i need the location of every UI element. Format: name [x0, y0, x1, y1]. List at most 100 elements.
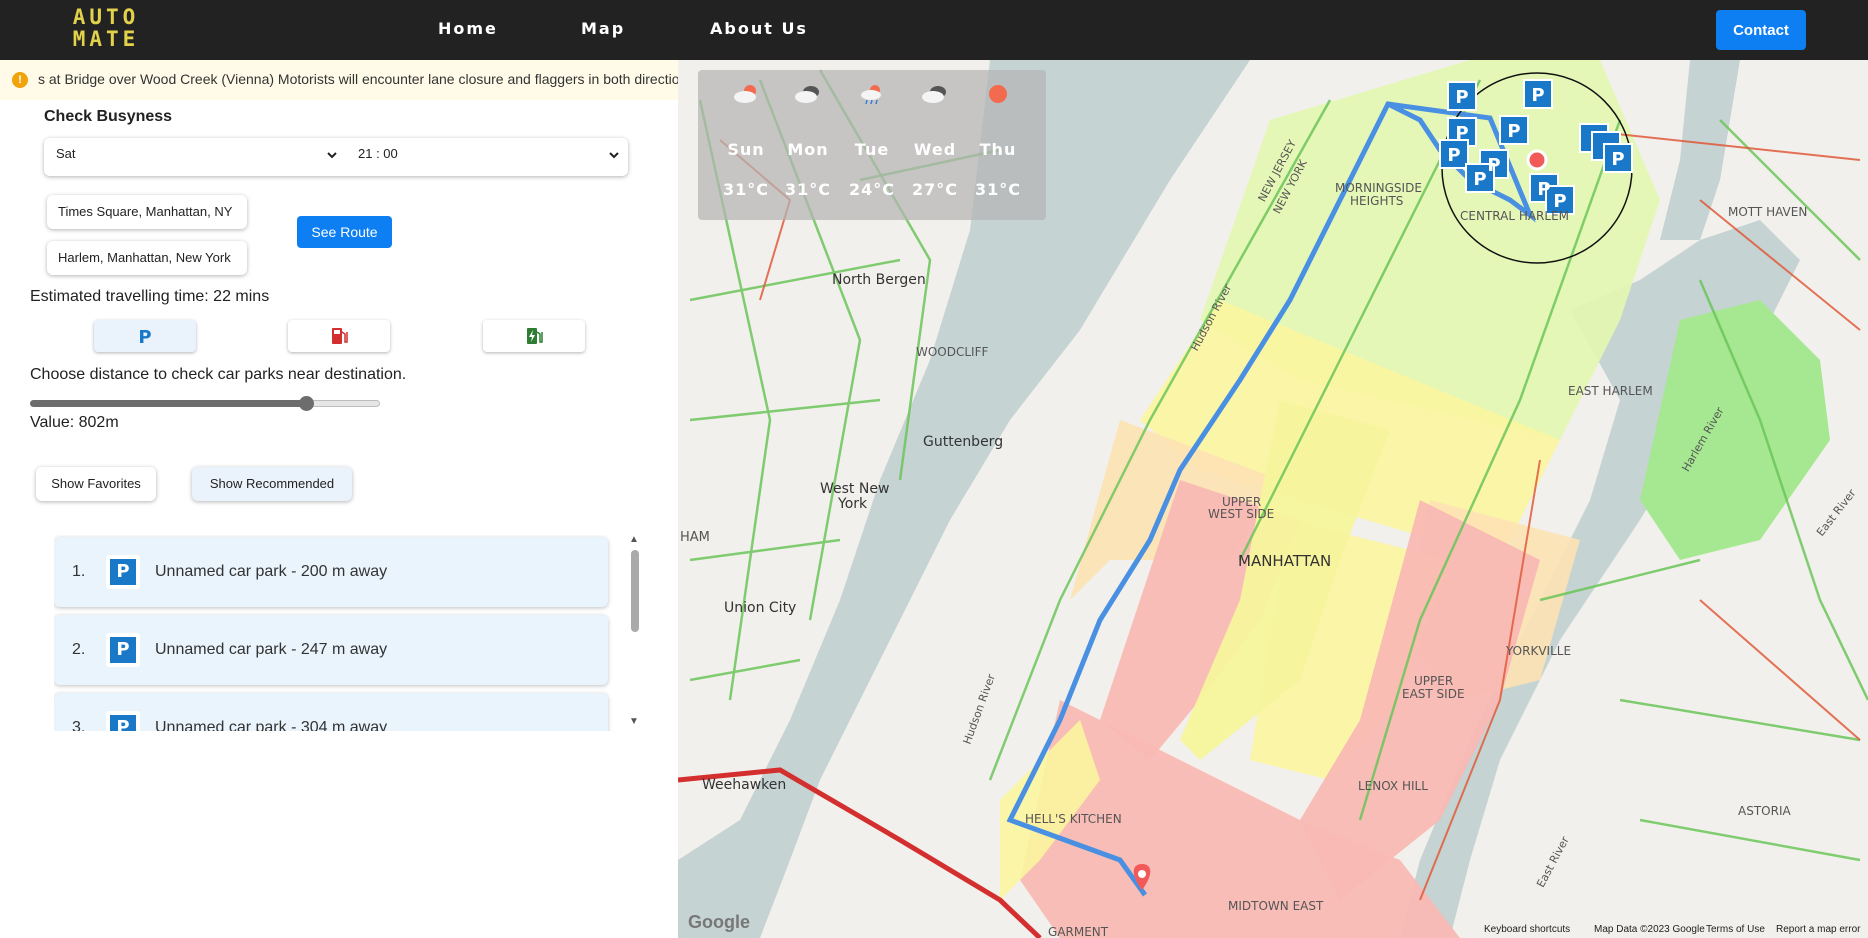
svg-text:P: P	[1487, 155, 1500, 176]
parking-icon: P	[138, 327, 151, 348]
svg-text:P: P	[1507, 121, 1520, 142]
list-item-label: Unnamed car park - 200 m away	[155, 563, 388, 580]
slider-thumb[interactable]	[299, 396, 314, 411]
carpark-list: 1. P Unnamed car park - 200 m away 2. P …	[54, 535, 644, 731]
list-item-number: 1.	[72, 563, 86, 580]
svg-text:WEST SIDE: WEST SIDE	[1208, 507, 1274, 521]
list-item-number: 2.	[72, 641, 86, 658]
logo[interactable]: AUTO MATE	[70, 6, 142, 54]
navbar: AUTO MATE Home Map About Us Contact	[0, 0, 1868, 60]
svg-text:HELL'S KITCHEN: HELL'S KITCHEN	[1025, 812, 1122, 826]
terms-link[interactable]: Terms of Use	[1706, 924, 1765, 935]
distance-slider[interactable]	[30, 396, 380, 411]
weather-day-name: Mon	[787, 140, 829, 159]
chevron-down-icon	[327, 152, 337, 159]
svg-text:P: P	[1447, 145, 1460, 166]
svg-text:EAST SIDE: EAST SIDE	[1402, 687, 1465, 701]
fuel-pump-icon	[332, 328, 348, 344]
parking-icon: P	[106, 633, 140, 667]
nav-map-link[interactable]: Map	[581, 19, 625, 38]
svg-text:YORKVILLE: YORKVILLE	[1505, 644, 1571, 658]
svg-text:Union City: Union City	[724, 600, 796, 616]
svg-text:EAST HARLEM: EAST HARLEM	[1568, 384, 1653, 398]
svg-text:LENOX HILL: LENOX HILL	[1358, 779, 1428, 793]
chevron-down-icon	[609, 152, 619, 159]
list-scrollbar[interactable]	[631, 550, 639, 632]
svg-text:P: P	[1473, 169, 1486, 190]
weather-temp: 27°C	[911, 180, 958, 199]
weather-day-name: Sun	[727, 140, 765, 159]
logo-line-1: AUTO	[72, 5, 140, 29]
svg-text:HAM: HAM	[680, 530, 710, 545]
svg-text:York: York	[837, 496, 868, 512]
weather-temp: 24°C	[848, 180, 895, 199]
distance-value: Value: 802m	[30, 414, 119, 431]
list-item[interactable]: 3. P Unnamed car park - 304 m away	[54, 693, 608, 731]
list-item-label: Unnamed car park - 247 m away	[155, 641, 388, 658]
ev-filter-button[interactable]	[483, 320, 585, 352]
weather-widget: Sun 31°C Mon 31°C Tue 24°C Wed 27°C Thu …	[698, 70, 1046, 220]
svg-text:Guttenberg: Guttenberg	[923, 434, 1003, 450]
keyboard-shortcuts-link[interactable]: Keyboard shortcuts	[1484, 924, 1570, 935]
svg-text:MANHATTAN: MANHATTAN	[1238, 552, 1331, 570]
svg-text:MIDTOWN EAST: MIDTOWN EAST	[1228, 899, 1324, 913]
day-select[interactable]: Sat	[56, 146, 338, 168]
nav-home-link[interactable]: Home	[438, 19, 498, 38]
cloud-rain-icon	[861, 85, 881, 105]
map-data-text: Map Data ©2023 Google	[1594, 924, 1705, 935]
parking-filter-button[interactable]: P	[94, 320, 196, 352]
list-item[interactable]: 1. P Unnamed car park - 200 m away	[54, 537, 608, 607]
time-select-value: 21 : 00	[358, 146, 398, 161]
svg-text:CENTRAL HARLEM: CENTRAL HARLEM	[1460, 209, 1569, 223]
svg-text:P: P	[1611, 149, 1624, 170]
svg-text:MORNINGSIDE: MORNINGSIDE	[1335, 181, 1422, 195]
svg-text:ASTORIA: ASTORIA	[1738, 804, 1791, 818]
busyness-title: Check Busyness	[44, 108, 173, 125]
weather-temp: 31°C	[722, 180, 769, 199]
google-logo[interactable]: Google	[688, 912, 750, 933]
svg-text:WOODCLIFF: WOODCLIFF	[916, 345, 989, 359]
destination-input[interactable]: Harlem, Manhattan, New York	[47, 241, 247, 275]
show-favorites-button[interactable]: Show Favorites	[36, 467, 156, 501]
weather-day-name: Tue	[854, 140, 890, 159]
busyness-selector: Sat 21 : 00	[44, 138, 628, 176]
slider-fill	[30, 400, 307, 407]
svg-text:HEIGHTS: HEIGHTS	[1350, 194, 1403, 208]
distance-prompt: Choose distance to check car parks near …	[30, 366, 407, 383]
parking-icon: P	[106, 711, 140, 731]
weather-temp: 31°C	[974, 180, 1021, 199]
svg-text:P: P	[138, 327, 151, 348]
show-recommended-button[interactable]: Show Recommended	[192, 467, 352, 501]
svg-text:UPPER: UPPER	[1414, 674, 1453, 688]
fuel-filter-button[interactable]	[288, 320, 390, 352]
scroll-down-arrow[interactable]: ▼	[629, 716, 639, 727]
svg-text:P: P	[1531, 85, 1544, 106]
see-route-button[interactable]: See Route	[297, 216, 392, 248]
time-select[interactable]: 21 : 00	[358, 146, 620, 168]
svg-text:North Bergen: North Bergen	[832, 272, 926, 288]
weather-temp: 31°C	[784, 180, 831, 199]
svg-text:West New: West New	[820, 481, 889, 497]
scroll-up-arrow[interactable]: ▲	[629, 534, 639, 545]
list-item-number: 3.	[72, 719, 86, 731]
list-item-label: Unnamed car park - 304 m away	[155, 719, 388, 731]
weather-day-name: Wed	[913, 140, 957, 159]
contact-button[interactable]: Contact	[1716, 10, 1806, 50]
weather-day-name: Thu	[979, 140, 1017, 159]
report-error-link[interactable]: Report a map error	[1776, 924, 1860, 935]
nav-about-link[interactable]: About Us	[710, 19, 808, 38]
origin-input[interactable]: Times Square, Manhattan, NY	[47, 195, 247, 229]
estimated-time: Estimated travelling time: 22 mins	[30, 288, 270, 305]
warning-icon: !	[12, 72, 28, 88]
day-select-value: Sat	[56, 146, 76, 161]
cloud-sun-icon	[734, 85, 756, 103]
parking-icon: P	[106, 555, 140, 589]
cloud-dark-icon	[795, 86, 819, 103]
svg-text:MOTT HAVEN: MOTT HAVEN	[1728, 205, 1807, 219]
list-item[interactable]: 2. P Unnamed car park - 247 m away	[54, 615, 608, 685]
svg-text:P: P	[1455, 123, 1468, 144]
svg-text:Weehawken: Weehawken	[702, 777, 786, 793]
sun-icon	[989, 85, 1007, 103]
svg-text:P: P	[1455, 87, 1468, 108]
cloud-dark-icon	[922, 86, 946, 103]
